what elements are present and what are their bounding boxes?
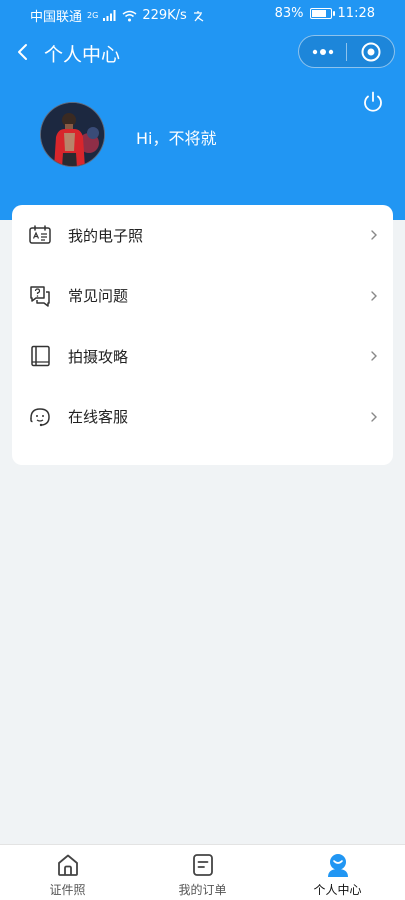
order-icon xyxy=(192,854,213,876)
mini-program-capsule xyxy=(298,35,395,68)
power-icon xyxy=(364,91,382,112)
back-button[interactable] xyxy=(10,38,36,66)
profile-icon xyxy=(327,854,348,877)
question-chat-icon xyxy=(30,286,50,307)
signal-icon xyxy=(103,10,116,21)
menu-item-label: 在线客服 xyxy=(68,408,129,427)
chevron-right-icon xyxy=(371,291,377,301)
tab-label: 个人中心 xyxy=(313,883,362,897)
navigation-bar: 个人中心 xyxy=(0,30,405,74)
wifi-icon xyxy=(122,10,137,21)
customer-service-icon xyxy=(30,407,50,426)
menu-item-electronic-photos[interactable]: 我的电子照 xyxy=(12,205,393,266)
battery-icon xyxy=(309,8,335,19)
logout-button[interactable] xyxy=(361,90,385,114)
clock: 11:28 xyxy=(337,6,375,21)
tab-label: 我的订单 xyxy=(178,883,227,897)
close-mini-program-button[interactable] xyxy=(347,36,394,67)
target-icon xyxy=(361,42,380,61)
menu-item-faq[interactable]: 常见问题 xyxy=(12,266,393,327)
tab-my-orders[interactable]: 我的订单 xyxy=(135,845,270,900)
chevron-right-icon xyxy=(371,351,377,361)
id-card-icon xyxy=(29,225,51,244)
chevron-right-icon xyxy=(371,412,377,422)
carrier-label: 中国联通 xyxy=(30,10,83,25)
menu-item-label: 拍摄攻略 xyxy=(68,347,129,366)
tab-id-photo[interactable]: 证件照 xyxy=(0,845,135,900)
chevron-left-icon xyxy=(18,44,27,60)
menu-item-label: 我的电子照 xyxy=(68,226,144,245)
more-button[interactable] xyxy=(299,36,346,67)
network-badge: 2G xyxy=(87,10,99,20)
menu-item-online-service[interactable]: 在线客服 xyxy=(12,387,393,448)
status-bar: 中国联通 2G 229K/s 83% 11:28 xyxy=(0,0,405,28)
page-title: 个人中心 xyxy=(44,44,121,66)
user-greeting: Hi，不将就 xyxy=(136,129,217,148)
notification-icon xyxy=(193,10,204,22)
home-icon xyxy=(57,854,78,876)
bottom-tab-bar: 证件照 我的订单 个人中心 xyxy=(0,844,405,900)
menu-item-label: 常见问题 xyxy=(68,287,129,306)
network-speed: 229K/s xyxy=(142,8,187,23)
menu-card: 我的电子照 常见问题 拍摄攻略 在线客服 xyxy=(12,205,393,465)
tab-label: 证件照 xyxy=(49,883,86,897)
menu-item-shooting-guide[interactable]: 拍摄攻略 xyxy=(12,326,393,387)
tab-personal-center[interactable]: 个人中心 xyxy=(270,845,405,900)
battery-percentage: 83% xyxy=(274,6,304,21)
chevron-right-icon xyxy=(371,230,377,240)
avatar-image xyxy=(41,103,104,166)
avatar[interactable] xyxy=(40,102,105,167)
book-icon xyxy=(31,346,50,367)
more-dots-icon xyxy=(312,48,333,55)
